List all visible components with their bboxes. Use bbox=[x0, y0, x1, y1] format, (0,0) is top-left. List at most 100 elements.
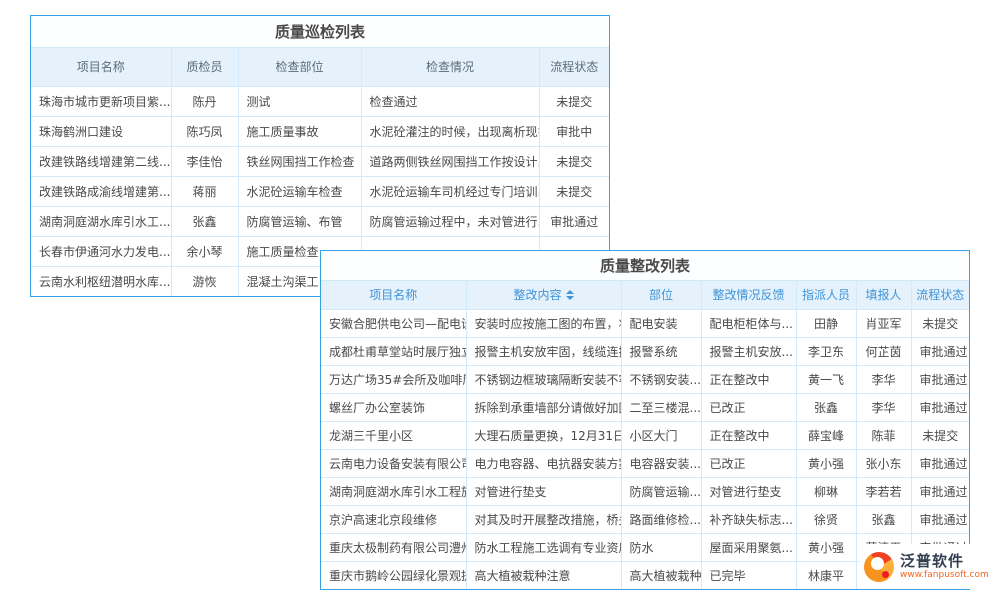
assigned-person: 柳琳 bbox=[796, 477, 856, 505]
rectify-content: 报警主机安放牢固，线缆连接... bbox=[466, 337, 621, 365]
rectify-content: 防水工程施工选调有专业资质... bbox=[466, 533, 621, 561]
rectify-row: 京沪高速北京段维修 对其及时开展整改措施，桥头... 路面维修检... 补齐缺失… bbox=[321, 505, 969, 533]
project-name-link[interactable]: 成都杜甫草堂站时展厅独立展... bbox=[321, 337, 466, 365]
assigned-person: 黄小强 bbox=[796, 533, 856, 561]
project-name-link[interactable]: 改建铁路成渝线增建第... bbox=[31, 176, 171, 206]
part: 防腐管运输... bbox=[621, 477, 701, 505]
feedback: 补齐缺失标志... bbox=[701, 505, 796, 533]
project-name-link[interactable]: 珠海鹤洲口建设 bbox=[31, 116, 171, 146]
project-name-link[interactable]: 重庆太极制药有限公司澧州中... bbox=[321, 533, 466, 561]
header-flow-status: 流程状态 bbox=[911, 281, 969, 309]
inspection-situation: 水泥砼灌注的时候，出现离析现象 bbox=[361, 116, 539, 146]
header-rectify-content-label: 整改内容 bbox=[513, 286, 561, 303]
assigned-person: 李卫东 bbox=[796, 337, 856, 365]
patrol-header-row: 项目名称 质检员 检查部位 检查情况 流程状态 bbox=[31, 48, 609, 86]
status-badge: 未提交 bbox=[911, 309, 969, 337]
project-name-link[interactable]: 云南电力设备安装有限公司20... bbox=[321, 449, 466, 477]
assigned-person: 徐贤 bbox=[796, 505, 856, 533]
header-rectify-content[interactable]: 整改内容 bbox=[466, 281, 621, 309]
inspector-name: 陈丹 bbox=[171, 86, 238, 116]
project-name-link[interactable]: 螺丝厂办公室装饰 bbox=[321, 393, 466, 421]
fanpusoft-logo-icon bbox=[864, 552, 894, 582]
feedback: 报警主机安放... bbox=[701, 337, 796, 365]
project-name-link[interactable]: 京沪高速北京段维修 bbox=[321, 505, 466, 533]
status-badge: 未提交 bbox=[539, 176, 609, 206]
sort-icon[interactable] bbox=[566, 290, 574, 300]
header-filler: 填报人 bbox=[856, 281, 911, 309]
patrol-table-title: 质量巡检列表 bbox=[31, 16, 609, 48]
inspection-part: 施工质量事故 bbox=[238, 116, 361, 146]
status-badge: 未提交 bbox=[539, 86, 609, 116]
inspection-situation: 检查通过 bbox=[361, 86, 539, 116]
inspector-name: 张鑫 bbox=[171, 206, 238, 236]
rectify-row: 湖南洞庭湖水库引水工程施工... 对管进行垫支 防腐管运输... 对管进行垫支 … bbox=[321, 477, 969, 505]
rectify-content: 安装时应按施工图的布置，将... bbox=[466, 309, 621, 337]
feedback: 屋面采用聚氨... bbox=[701, 533, 796, 561]
fanpusoft-logo-text: 泛普软件 www.fanpusoft.com bbox=[900, 553, 989, 580]
assigned-person: 田静 bbox=[796, 309, 856, 337]
assigned-person: 林康平 bbox=[796, 561, 856, 589]
project-name-link[interactable]: 重庆市鹅岭公园绿化景观提升... bbox=[321, 561, 466, 589]
project-name-link[interactable]: 湖南洞庭湖水库引水工... bbox=[31, 206, 171, 236]
rectify-table: 项目名称 整改内容 部位 整改情况反馈 指派人员 填报人 流程状态 安徽合肥供电… bbox=[321, 281, 969, 589]
rectify-content: 对管进行垫支 bbox=[466, 477, 621, 505]
patrol-row: 珠海市城市更新项目紫... 陈丹 测试 检查通过 未提交 bbox=[31, 86, 609, 116]
filler-name: 何芷茵 bbox=[856, 337, 911, 365]
part: 防水 bbox=[621, 533, 701, 561]
rectify-row: 云南电力设备安装有限公司20... 电力电容器、电抗器安装方案... 电容器安装… bbox=[321, 449, 969, 477]
inspector-name: 蒋丽 bbox=[171, 176, 238, 206]
assigned-person: 黄小强 bbox=[796, 449, 856, 477]
header-assigned-person: 指派人员 bbox=[796, 281, 856, 309]
rectify-content: 电力电容器、电抗器安装方案... bbox=[466, 449, 621, 477]
inspection-part: 防腐管运输、布管 bbox=[238, 206, 361, 236]
header-inspection-part: 检查部位 bbox=[238, 48, 361, 86]
rectify-header-row: 项目名称 整改内容 部位 整改情况反馈 指派人员 填报人 流程状态 bbox=[321, 281, 969, 309]
rectify-content: 高大植被栽种注意 bbox=[466, 561, 621, 589]
feedback: 配电柜柜体与... bbox=[701, 309, 796, 337]
feedback: 已完毕 bbox=[701, 561, 796, 589]
rectify-row: 万达广场35#会所及咖啡厅空... 不锈钢边框玻璃隔断安装不牢... 不锈钢安装… bbox=[321, 365, 969, 393]
rectify-row: 螺丝厂办公室装饰 拆除到承重墙部分请做好加固... 二至三楼混... 已改正 张… bbox=[321, 393, 969, 421]
patrol-row: 改建铁路线增建第二线... 李佳怡 铁丝网围挡工作检查 道路两侧铁丝网围挡工作按… bbox=[31, 146, 609, 176]
feedback: 已改正 bbox=[701, 393, 796, 421]
project-name-link[interactable]: 龙湖三千里小区 bbox=[321, 421, 466, 449]
status-badge: 审批通过 bbox=[911, 449, 969, 477]
part: 小区大门 bbox=[621, 421, 701, 449]
project-name-link[interactable]: 湖南洞庭湖水库引水工程施工... bbox=[321, 477, 466, 505]
project-name-link[interactable]: 长春市伊通河水力发电... bbox=[31, 236, 171, 266]
project-name-link[interactable]: 珠海市城市更新项目紫... bbox=[31, 86, 171, 116]
rectify-content: 不锈钢边框玻璃隔断安装不牢... bbox=[466, 365, 621, 393]
rectify-content: 对其及时开展整改措施，桥头... bbox=[466, 505, 621, 533]
filler-name: 李若若 bbox=[856, 477, 911, 505]
status-badge: 审批通过 bbox=[911, 365, 969, 393]
part: 电容器安装... bbox=[621, 449, 701, 477]
inspection-situation: 道路两侧铁丝网围挡工作按设计... bbox=[361, 146, 539, 176]
assigned-person: 薛宝峰 bbox=[796, 421, 856, 449]
part: 配电安装 bbox=[621, 309, 701, 337]
project-name-link[interactable]: 万达广场35#会所及咖啡厅空... bbox=[321, 365, 466, 393]
inspector-name: 李佳怡 bbox=[171, 146, 238, 176]
assigned-person: 张鑫 bbox=[796, 393, 856, 421]
feedback: 对管进行垫支 bbox=[701, 477, 796, 505]
rectify-content: 大理石质量更换，12月31日之... bbox=[466, 421, 621, 449]
filler-name: 肖亚军 bbox=[856, 309, 911, 337]
header-flow-status: 流程状态 bbox=[539, 48, 609, 86]
project-name-link[interactable]: 云南水利枢纽潜明水库... bbox=[31, 266, 171, 296]
status-badge: 审批通过 bbox=[911, 337, 969, 365]
logo-brand-text: 泛普软件 bbox=[900, 553, 989, 570]
patrol-row: 湖南洞庭湖水库引水工... 张鑫 防腐管运输、布管 防腐管运输过程中，未对管进行… bbox=[31, 206, 609, 236]
header-inspection-situation: 检查情况 bbox=[361, 48, 539, 86]
part: 路面维修检... bbox=[621, 505, 701, 533]
project-name-link[interactable]: 安徽合肥供电公司—配电设备... bbox=[321, 309, 466, 337]
rectify-row: 安徽合肥供电公司—配电设备... 安装时应按施工图的布置，将... 配电安装 配… bbox=[321, 309, 969, 337]
assigned-person: 黄一飞 bbox=[796, 365, 856, 393]
header-feedback: 整改情况反馈 bbox=[701, 281, 796, 309]
status-badge: 未提交 bbox=[539, 146, 609, 176]
inspection-situation: 水泥砼运输车司机经过专门培训... bbox=[361, 176, 539, 206]
feedback: 正在整改中 bbox=[701, 421, 796, 449]
part: 不锈钢安装... bbox=[621, 365, 701, 393]
inspector-name: 游恢 bbox=[171, 266, 238, 296]
inspection-part: 铁丝网围挡工作检查 bbox=[238, 146, 361, 176]
part: 二至三楼混... bbox=[621, 393, 701, 421]
project-name-link[interactable]: 改建铁路线增建第二线... bbox=[31, 146, 171, 176]
